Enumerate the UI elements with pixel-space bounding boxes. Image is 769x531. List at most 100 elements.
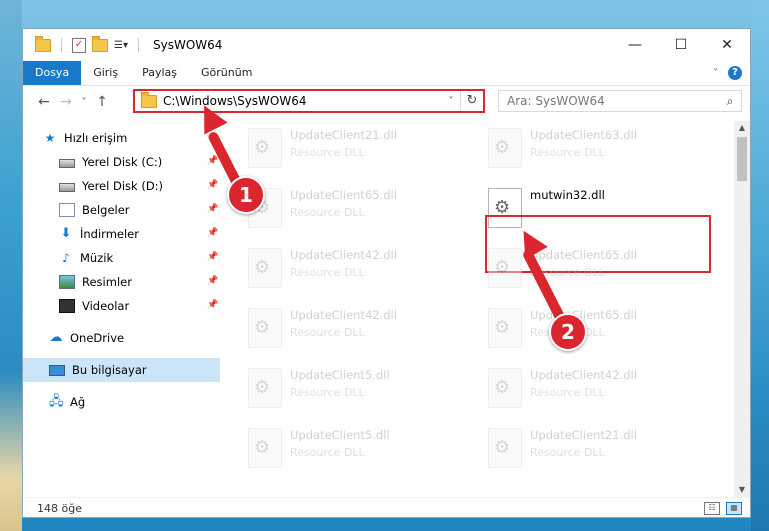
star-icon: ★	[44, 131, 56, 145]
folder-icon	[141, 91, 157, 108]
tab-home[interactable]: Giriş	[81, 61, 130, 85]
folder-icon	[35, 35, 51, 52]
search-box[interactable]: Ara: SysWOW64 ⌕	[498, 90, 742, 112]
navigation-bar: ← → ˅ ↑ C:\Windows\SysWOW64 ˅ ↻ Ara: Sys…	[23, 86, 750, 118]
sidebar-item-label: Resimler	[82, 275, 132, 289]
scroll-thumb[interactable]	[737, 137, 747, 181]
file-item[interactable]: UpdateClient63.dll Resource DLL	[466, 124, 696, 174]
search-icon[interactable]: ⌕	[719, 94, 741, 109]
file-description: Resource DLL	[530, 386, 605, 399]
pin-icon: 📌	[207, 156, 219, 166]
file-item[interactable]: UpdateClient42.dll Resource DLL	[466, 364, 696, 414]
file-name: UpdateClient21.dll	[290, 128, 397, 142]
address-bar[interactable]: C:\Windows\SysWOW64 ˅ ↻	[133, 89, 485, 113]
vertical-scrollbar[interactable]: ▲ ▼	[734, 121, 750, 497]
sidebar-item-label: Ağ	[70, 395, 86, 409]
file-item[interactable]: UpdateClient5.dll Resource DLL	[226, 424, 456, 474]
scroll-down-icon[interactable]: ▼	[734, 483, 750, 497]
help-icon[interactable]: ?	[728, 66, 742, 80]
music-icon: ♪	[62, 251, 70, 265]
refresh-button[interactable]: ↻	[460, 91, 483, 111]
network-icon: 🖧	[49, 394, 64, 409]
cloud-icon: ☁	[49, 330, 63, 345]
pin-icon: 📌	[207, 204, 219, 214]
computer-icon	[49, 364, 65, 376]
sidebar-item-pictures[interactable]: Resimler 📌	[23, 270, 220, 294]
quick-access-toolbar: ✓ ☰▾ SysWOW64	[23, 35, 222, 53]
sidebar-item-videos[interactable]: Videolar 📌	[23, 294, 220, 318]
sidebar-item-label: İndirmeler	[80, 227, 139, 241]
sidebar-item-local-disk-d[interactable]: Yerel Disk (D:) 📌	[23, 174, 220, 198]
maximize-button[interactable]: ☐	[658, 29, 704, 61]
details-view-icon[interactable]: ☷	[704, 502, 720, 515]
file-item[interactable]: UpdateClient42.dll Resource DLL	[226, 304, 456, 354]
step-1-badge: 1	[227, 176, 265, 214]
sidebar-item-quick-access[interactable]: ★ Hızlı erişim	[23, 126, 220, 150]
documents-icon	[59, 203, 75, 217]
file-description: Resource DLL	[290, 266, 365, 279]
new-folder-icon[interactable]	[92, 35, 108, 52]
dll-file-icon	[248, 428, 282, 468]
dll-file-icon	[488, 428, 522, 468]
customize-toolbar-icon[interactable]: ☰▾	[114, 40, 128, 51]
file-item[interactable]: UpdateClient42.dll Resource DLL	[226, 244, 456, 294]
file-name: mutwin32.dll	[530, 188, 605, 202]
forward-button[interactable]: →	[55, 94, 77, 110]
desktop-wallpaper-left	[0, 0, 22, 531]
dll-file-icon	[248, 308, 282, 348]
divider	[137, 38, 139, 52]
file-item[interactable]: UpdateClient21.dll Resource DLL	[226, 124, 456, 174]
sidebar-item-local-disk-c[interactable]: Yerel Disk (C:) 📌	[23, 150, 220, 174]
sidebar-item-music[interactable]: ♪ Müzik 📌	[23, 246, 220, 270]
file-name: UpdateClient65.dll	[290, 188, 397, 202]
file-description: Resource DLL	[530, 146, 605, 159]
file-description: Resource DLL	[290, 206, 365, 219]
drive-icon	[59, 159, 75, 168]
dll-file-icon	[488, 248, 522, 288]
minimize-button[interactable]: —	[612, 29, 658, 61]
navigation-pane: ★ Hızlı erişim Yerel Disk (C:) 📌 Yerel D…	[23, 126, 220, 496]
file-name: UpdateClient42.dll	[290, 308, 397, 322]
window-controls: — ☐ ✕	[612, 29, 750, 61]
file-item[interactable]: UpdateClient5.dll Resource DLL	[226, 364, 456, 414]
large-icons-view-icon[interactable]: ▦	[726, 502, 742, 515]
expand-ribbon-icon[interactable]: ˅	[713, 68, 718, 79]
close-button[interactable]: ✕	[704, 29, 750, 61]
item-count: 148 öğe	[37, 502, 82, 515]
pin-icon: 📌	[207, 252, 219, 262]
recent-locations-button[interactable]: ˅	[77, 97, 91, 108]
sidebar-item-this-pc[interactable]: Bu bilgisayar	[23, 358, 220, 382]
desktop-wallpaper-right	[751, 0, 769, 531]
dll-file-icon	[248, 248, 282, 288]
file-name: UpdateClient63.dll	[530, 128, 637, 142]
tab-view[interactable]: Görünüm	[189, 61, 264, 85]
dll-file-icon	[488, 308, 522, 348]
back-button[interactable]: ←	[33, 94, 55, 110]
sidebar-item-downloads[interactable]: ⬇ İndirmeler 📌	[23, 222, 220, 246]
sidebar-item-label: Bu bilgisayar	[72, 363, 147, 377]
tab-file[interactable]: Dosya	[23, 61, 82, 85]
address-dropdown-button[interactable]: ˅	[442, 96, 460, 107]
pin-icon: 📌	[207, 180, 219, 190]
file-item[interactable]: UpdateClient65.dll Resource DLL	[466, 244, 696, 294]
search-input[interactable]: Ara: SysWOW64	[499, 94, 719, 108]
sidebar-item-label: Videolar	[82, 299, 130, 313]
file-description: Resource DLL	[530, 446, 605, 459]
tab-share[interactable]: Paylaş	[130, 61, 189, 85]
file-description: Resource DLL	[290, 386, 365, 399]
sidebar-item-label: Hızlı erişim	[64, 131, 128, 145]
file-name: UpdateClient65.dll	[530, 308, 637, 322]
scroll-up-icon[interactable]: ▲	[734, 121, 750, 135]
up-button[interactable]: ↑	[91, 94, 113, 110]
file-name: UpdateClient65.dll	[530, 248, 637, 262]
sidebar-item-network[interactable]: 🖧 Ağ	[23, 390, 220, 414]
view-buttons: ☷ ▦	[704, 502, 750, 515]
sidebar-item-documents[interactable]: Belgeler 📌	[23, 198, 220, 222]
file-item[interactable]: UpdateClient21.dll Resource DLL	[466, 424, 696, 474]
divider	[61, 38, 62, 52]
properties-icon[interactable]: ✓	[72, 37, 86, 53]
ribbon-tabs: Dosya Giriş Paylaş Görünüm ˅ ?	[23, 61, 750, 86]
pin-icon: 📌	[207, 300, 219, 310]
sidebar-item-onedrive[interactable]: ☁ OneDrive	[23, 326, 220, 350]
